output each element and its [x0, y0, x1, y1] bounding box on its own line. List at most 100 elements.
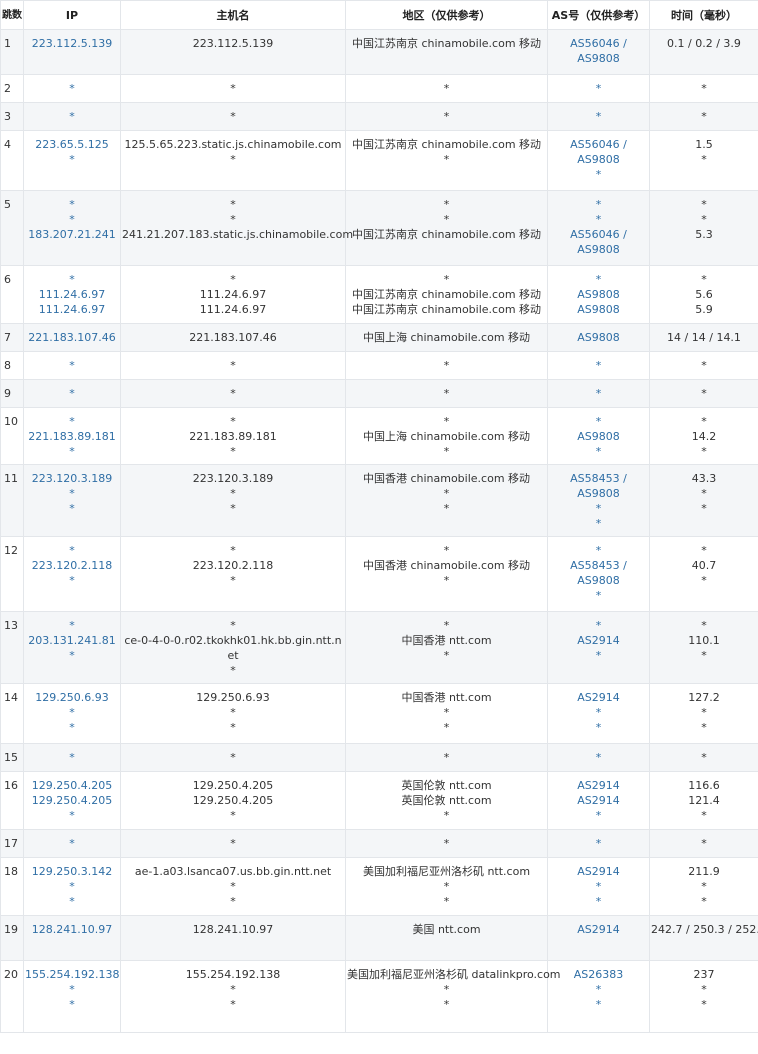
timeout-mark: *: [443, 751, 450, 764]
timeout-mark: *: [69, 809, 75, 822]
timeout-mark: *: [701, 983, 707, 996]
time-text: 110.1: [688, 634, 720, 647]
ip-cell: *: [23, 351, 121, 380]
table-row: 5 * * 183.207.21.241 * * 241.21.207.183.static…: [0, 190, 758, 266]
time-cell: 211.9 * *: [649, 857, 758, 916]
timeout-mark: *: [69, 273, 75, 286]
ip-link[interactable]: 221.183.89.181: [25, 429, 119, 444]
ip-link[interactable]: 129.250.4.205: [25, 778, 119, 793]
ip-link[interactable]: 223.65.5.125: [25, 137, 119, 152]
timeout-mark: *: [595, 983, 602, 996]
hop-number: 5: [0, 190, 24, 266]
timeout-mark: *: [230, 502, 236, 515]
asn-link[interactable]: AS58453 /: [549, 471, 648, 486]
ip-link[interactable]: 129.250.4.205: [25, 793, 119, 808]
timeout-mark: *: [230, 880, 236, 893]
timeout-mark: *: [595, 895, 602, 908]
asn-link[interactable]: AS2914: [549, 690, 648, 705]
time-cell: 127.2 * *: [649, 683, 758, 744]
ip-link[interactable]: 223.112.5.139: [25, 36, 119, 51]
ip-cell: * 203.131.241.81 *: [23, 611, 121, 684]
time-cell: *: [649, 379, 758, 408]
asn-link[interactable]: AS56046 /: [549, 227, 648, 242]
asn-link[interactable]: AS9808: [549, 429, 648, 444]
host-text: 223.120.3.189: [192, 472, 274, 485]
timeout-mark: *: [69, 649, 75, 662]
ip-link[interactable]: 203.131.241.81: [25, 633, 119, 648]
timeout-mark: *: [443, 706, 450, 719]
region-text: 中国江苏南京 chinamobile.com 移动: [351, 228, 542, 241]
time-text: 5.9: [695, 303, 713, 316]
ip-link[interactable]: 111.24.6.97: [25, 287, 119, 302]
ip-link[interactable]: 128.241.10.97: [25, 922, 119, 937]
timeout-mark: *: [443, 895, 450, 908]
timeout-mark: *: [443, 153, 450, 166]
region-text: 中国上海 chinamobile.com 移动: [362, 331, 531, 344]
ip-cell: * 221.183.89.181 *: [23, 407, 121, 465]
ip-link[interactable]: 155.254.192.138: [25, 967, 119, 982]
timeout-mark: *: [443, 983, 450, 996]
asn-link[interactable]: AS56046 /: [549, 36, 648, 51]
asn-link[interactable]: AS9808: [549, 330, 648, 345]
ip-link[interactable]: 223.120.2.118: [25, 558, 119, 573]
ip-link[interactable]: 223.120.3.189: [25, 471, 119, 486]
ip-link[interactable]: 129.250.6.93: [25, 690, 119, 705]
asn-cell: AS56046 /AS9808 *: [547, 130, 650, 191]
time-text: 43.3: [691, 472, 717, 485]
asn-link[interactable]: AS2914: [549, 633, 648, 648]
hostname-cell: ae-1.a03.lsanca07.us.bb.gin.ntt.net * *: [120, 857, 346, 916]
hostname-cell: * ce-0-4-0-0.r02.tkokhk01.hk.bb.gin.ntt.n…: [120, 611, 346, 684]
asn-link[interactable]: AS2914: [549, 922, 648, 937]
hop-number: 7: [0, 323, 24, 352]
timeout-mark: *: [230, 664, 236, 677]
asn-link[interactable]: AS9808: [549, 287, 648, 302]
ip-cell: *: [23, 829, 121, 858]
asn-link[interactable]: AS26383: [549, 967, 648, 982]
hop-number: 10: [0, 407, 24, 465]
timeout-mark: *: [230, 387, 236, 400]
timeout-mark: *: [230, 837, 236, 850]
host-text: 223.120.2.118: [192, 559, 274, 572]
region-text: 中国江苏南京 chinamobile.com 移动: [351, 303, 542, 316]
timeout-mark: *: [443, 198, 450, 211]
timeout-mark: *: [443, 387, 450, 400]
timeout-mark: *: [701, 721, 707, 734]
traceroute-table: 跳数 IP 主机名 地区（仅供参考） AS号（仅供参考） 时间（毫秒） 1 223…: [0, 0, 758, 1033]
asn-cell: AS2914 AS2914 *: [547, 771, 650, 830]
ip-link[interactable]: 111.24.6.97: [25, 302, 119, 317]
asn-link[interactable]: AS2914: [549, 864, 648, 879]
timeout-mark: *: [230, 198, 236, 211]
asn-link[interactable]: AS9808: [549, 242, 648, 257]
timeout-mark: *: [701, 415, 707, 428]
timeout-mark: *: [443, 998, 450, 1011]
time-cell: * 5.6 5.9: [649, 265, 758, 324]
host-text: 111.24.6.97: [199, 303, 267, 316]
asn-link[interactable]: AS9808: [549, 51, 648, 66]
asn-link[interactable]: AS58453 /: [549, 558, 648, 573]
ip-link[interactable]: 183.207.21.241: [25, 227, 119, 242]
asn-link[interactable]: AS9808: [549, 573, 648, 588]
hostname-cell: *: [120, 829, 346, 858]
ip-cell: *: [23, 379, 121, 408]
asn-cell: *: [547, 379, 650, 408]
asn-link[interactable]: AS56046 /: [549, 137, 648, 152]
hostname-cell: 125.5.65.223.static.js.chinamobile.com *: [120, 130, 346, 191]
ip-link[interactable]: 129.250.3.142: [25, 864, 119, 879]
timeout-mark: *: [701, 880, 707, 893]
time-cell: *: [649, 74, 758, 103]
asn-link[interactable]: AS9808: [549, 152, 648, 167]
region-cell: 美国 ntt.com: [345, 915, 548, 961]
asn-link[interactable]: AS9808: [549, 302, 648, 317]
asn-link[interactable]: AS9808: [549, 486, 648, 501]
ip-link[interactable]: 221.183.107.46: [25, 330, 119, 345]
hostname-cell: * 223.120.2.118 *: [120, 536, 346, 612]
asn-link[interactable]: AS2914: [549, 793, 648, 808]
asn-link[interactable]: AS2914: [549, 778, 648, 793]
timeout-mark: *: [595, 359, 602, 372]
ip-cell: * 223.120.2.118 *: [23, 536, 121, 612]
timeout-mark: *: [69, 82, 75, 95]
hop-number: 18: [0, 857, 24, 916]
hostname-cell: 128.241.10.97: [120, 915, 346, 961]
timeout-mark: *: [230, 487, 236, 500]
table-row: 8 * * * * *: [0, 351, 758, 380]
